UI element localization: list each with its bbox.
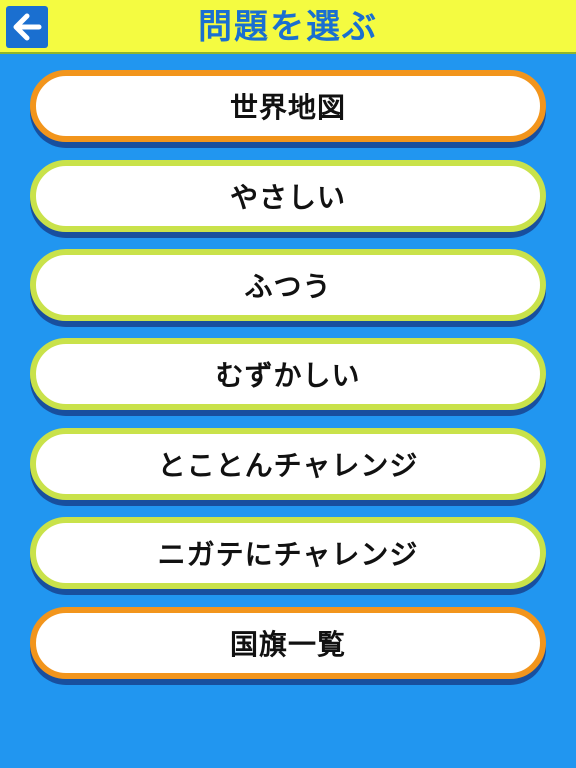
menu-button-endless-challenge[interactable]: とことんチャレンジ xyxy=(30,428,546,500)
menu-label: やさしい xyxy=(229,181,346,214)
menu-button-hard[interactable]: むずかしい xyxy=(30,338,546,410)
menu-label: ニガテにチャレンジ xyxy=(157,538,419,571)
menu-label: ふつう xyxy=(244,270,332,303)
menu-button-weakness-challenge[interactable]: ニガテにチャレンジ xyxy=(30,517,546,589)
menu-label: むずかしい xyxy=(215,359,361,392)
menu-button-flag-list[interactable]: 国旗一覧 xyxy=(30,607,546,679)
menu-label: 世界地図 xyxy=(229,91,346,124)
menu-button-easy[interactable]: やさしい xyxy=(30,160,546,232)
header-bar: 問題を選ぶ xyxy=(0,0,576,54)
page-title: 問題を選ぶ xyxy=(198,7,378,47)
menu-label: とことんチャレンジ xyxy=(157,449,419,482)
menu-button-normal[interactable]: ふつう xyxy=(30,249,546,321)
menu-label: 国旗一覧 xyxy=(229,628,346,661)
menu-button-world-map[interactable]: 世界地図 xyxy=(30,70,546,142)
